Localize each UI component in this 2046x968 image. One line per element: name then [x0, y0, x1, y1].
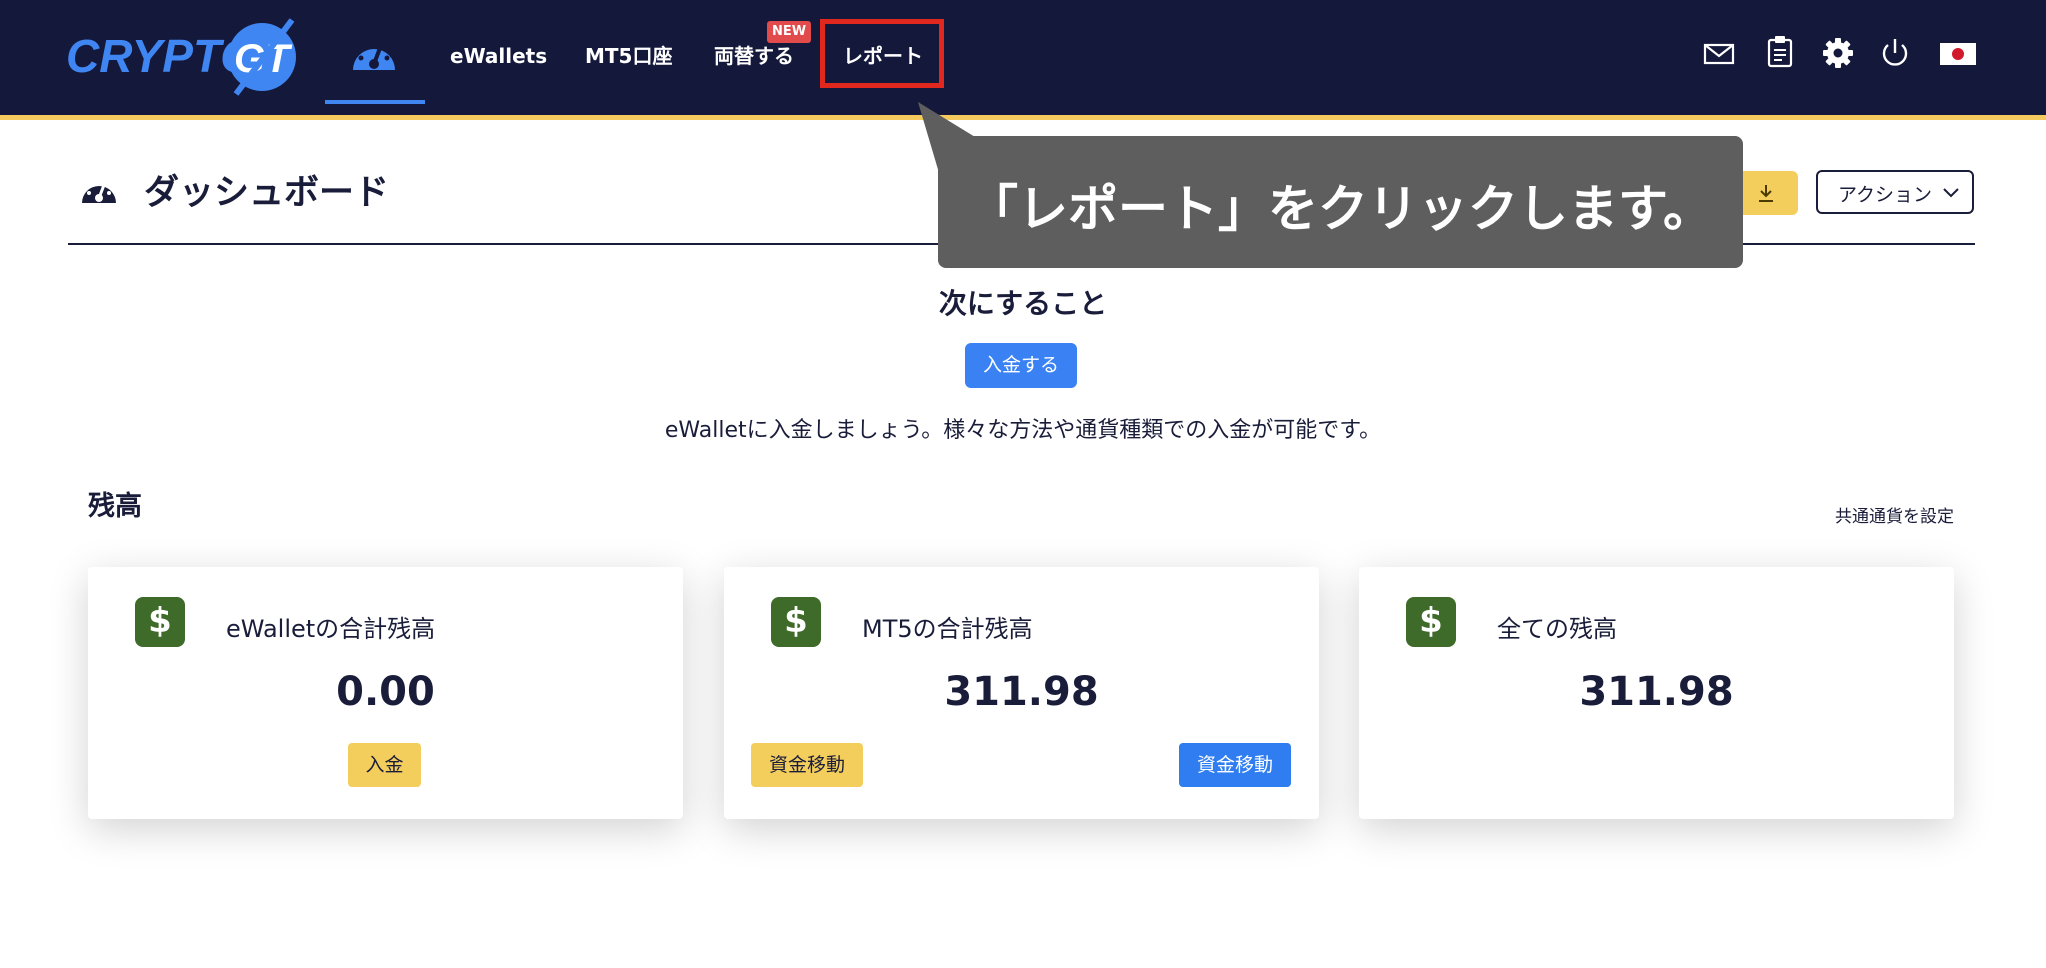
card-title: eWalletの合計残高: [226, 615, 436, 643]
deposit-button[interactable]: 入金する: [965, 343, 1077, 388]
dashboard-title-icon: [82, 183, 116, 203]
ewallet-balance-card: $ eWalletの合計残高 0.00 入金: [88, 567, 683, 819]
reports-highlight-frame: [820, 19, 944, 88]
next-steps-description: eWalletに入金しましょう。様々な方法や通貨種類での入金が可能です。: [664, 418, 1382, 443]
mail-icon[interactable]: [1702, 36, 1736, 70]
card-title: 全ての残高: [1497, 615, 1617, 643]
action-dropdown-label: アクション: [1838, 184, 1933, 206]
new-badge: NEW: [767, 21, 811, 43]
card-value: 311.98: [944, 669, 1099, 715]
balance-heading: 残高: [88, 491, 142, 522]
card-value: 311.98: [1579, 669, 1734, 715]
nav-mt5-accounts[interactable]: MT5口座: [585, 38, 672, 74]
top-navbar: CRYPTO GT eWallets MT5口座 両替する NEW レポート: [0, 0, 2046, 115]
active-tab-indicator: [325, 100, 425, 104]
dashboard-gauge-icon: [353, 45, 395, 70]
chevron-down-icon: [1943, 188, 1959, 198]
clipboard-icon[interactable]: [1763, 34, 1797, 68]
dollar-icon: $: [135, 597, 185, 647]
dollar-icon: $: [1406, 597, 1456, 647]
svg-text:CRYPTO: CRYPTO: [66, 30, 256, 82]
card-title: MT5の合計残高: [862, 615, 1033, 643]
mt5-balance-card: $ MT5の合計残高 311.98 資金移動 資金移動: [724, 567, 1319, 819]
action-dropdown[interactable]: アクション: [1816, 170, 1974, 214]
ewallet-deposit-button[interactable]: 入金: [348, 743, 421, 787]
gear-icon[interactable]: [1821, 36, 1855, 70]
next-steps-title: 次にすること: [938, 287, 1108, 320]
callout-text: 「レポート」をクリックします。: [968, 180, 1713, 238]
page-title: ダッシュボード: [144, 173, 390, 213]
mt5-transfer-button-yellow[interactable]: 資金移動: [751, 743, 863, 787]
tutorial-callout: 「レポート」をクリックします。: [938, 136, 1743, 268]
card-value: 0.00: [336, 669, 435, 715]
dollar-icon: $: [771, 597, 821, 647]
total-balance-card: $ 全ての残高 311.98: [1359, 567, 1954, 819]
nav-exchange[interactable]: 両替する: [714, 38, 794, 74]
mt5-transfer-button-blue[interactable]: 資金移動: [1179, 743, 1291, 787]
download-icon: [1759, 185, 1773, 202]
set-common-currency-link[interactable]: 共通通貨を設定: [1835, 502, 1954, 527]
navbar-accent-line: [0, 115, 2046, 120]
japan-flag-icon[interactable]: [1940, 36, 1976, 70]
power-icon[interactable]: [1878, 36, 1912, 70]
nav-ewallets[interactable]: eWallets: [450, 38, 547, 74]
logo[interactable]: CRYPTO GT: [66, 12, 306, 102]
nav-dashboard[interactable]: [325, 0, 425, 104]
